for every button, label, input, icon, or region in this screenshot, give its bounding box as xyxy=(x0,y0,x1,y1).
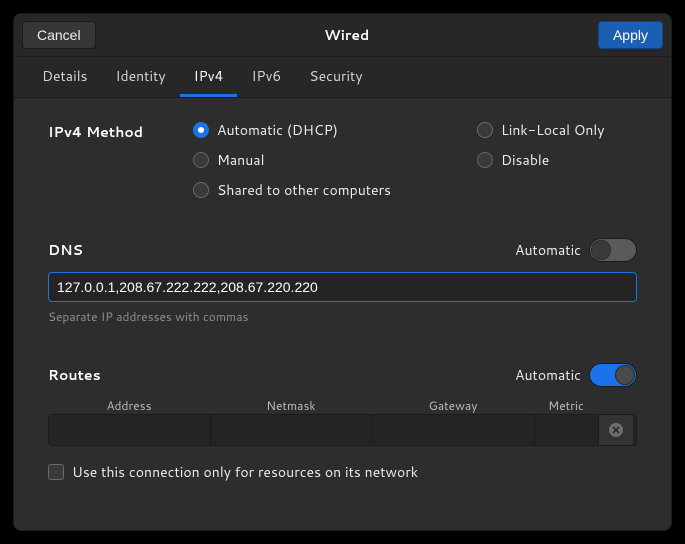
radio-label: Automatic (DHCP) xyxy=(217,120,338,140)
col-netmask: Netmask xyxy=(210,397,372,414)
dns-input[interactable] xyxy=(48,272,637,302)
radio-automatic-dhcp[interactable]: Automatic (DHCP) xyxy=(193,120,453,140)
tab-ipv4[interactable]: IPv4 xyxy=(180,57,238,97)
radio-manual[interactable]: Manual xyxy=(193,150,453,170)
apply-button[interactable]: Apply xyxy=(598,21,663,49)
routes-label: Routes xyxy=(48,365,101,385)
radio-disable[interactable]: Disable xyxy=(477,150,605,170)
ipv4-method-section: IPv4 Method Automatic (DHCP) Manual Shar… xyxy=(48,120,637,200)
titlebar: Cancel Wired Apply xyxy=(14,14,671,57)
dns-hint: Separate IP addresses with commas xyxy=(48,308,637,325)
tab-security[interactable]: Security xyxy=(295,57,376,97)
radio-label: Manual xyxy=(217,150,264,170)
content-area: IPv4 Method Automatic (DHCP) Manual Shar… xyxy=(14,98,671,530)
dns-label: DNS xyxy=(48,240,83,260)
radio-icon xyxy=(477,152,493,168)
cancel-button[interactable]: Cancel xyxy=(22,21,96,49)
radio-icon xyxy=(193,152,209,168)
dns-automatic-label: Automatic xyxy=(515,240,581,260)
route-row xyxy=(48,414,637,446)
tab-details[interactable]: Details xyxy=(28,57,102,97)
wired-settings-dialog: Cancel Wired Apply Details Identity IPv4… xyxy=(13,13,672,531)
ipv4-method-label: IPv4 Method xyxy=(48,120,193,142)
only-resources-checkbox[interactable] xyxy=(48,464,64,480)
tab-identity[interactable]: Identity xyxy=(102,57,180,97)
radio-icon xyxy=(193,182,209,198)
routes-automatic-switch[interactable] xyxy=(589,363,637,387)
only-resources-label: Use this connection only for resources o… xyxy=(72,462,418,482)
tab-bar: Details Identity IPv4 IPv6 Security xyxy=(14,57,671,98)
route-netmask-input[interactable] xyxy=(211,415,372,445)
route-delete-button[interactable] xyxy=(599,415,633,445)
dns-section: DNS Automatic Separate IP addresses with… xyxy=(48,238,637,325)
col-gateway: Gateway xyxy=(372,397,534,414)
radio-label: Disable xyxy=(501,150,549,170)
close-circle-icon xyxy=(608,422,624,438)
radio-label: Link-Local Only xyxy=(501,120,605,140)
radio-label: Shared to other computers xyxy=(217,180,391,200)
only-resources-row[interactable]: Use this connection only for resources o… xyxy=(48,462,637,482)
col-address: Address xyxy=(48,397,210,414)
routes-column-headers: Address Netmask Gateway Metric xyxy=(48,397,637,414)
routes-section: Routes Automatic Address Netmask Gateway… xyxy=(48,363,637,482)
col-metric: Metric xyxy=(534,397,598,414)
radio-icon xyxy=(193,122,209,138)
radio-link-local[interactable]: Link-Local Only xyxy=(477,120,605,140)
routes-automatic-label: Automatic xyxy=(515,365,581,385)
tab-ipv6[interactable]: IPv6 xyxy=(237,57,295,97)
route-gateway-input[interactable] xyxy=(373,415,534,445)
radio-icon xyxy=(477,122,493,138)
route-address-input[interactable] xyxy=(49,415,210,445)
dns-automatic-switch[interactable] xyxy=(589,238,637,262)
dialog-title: Wired xyxy=(324,25,369,45)
radio-shared[interactable]: Shared to other computers xyxy=(193,180,453,200)
route-metric-input[interactable] xyxy=(535,415,598,445)
